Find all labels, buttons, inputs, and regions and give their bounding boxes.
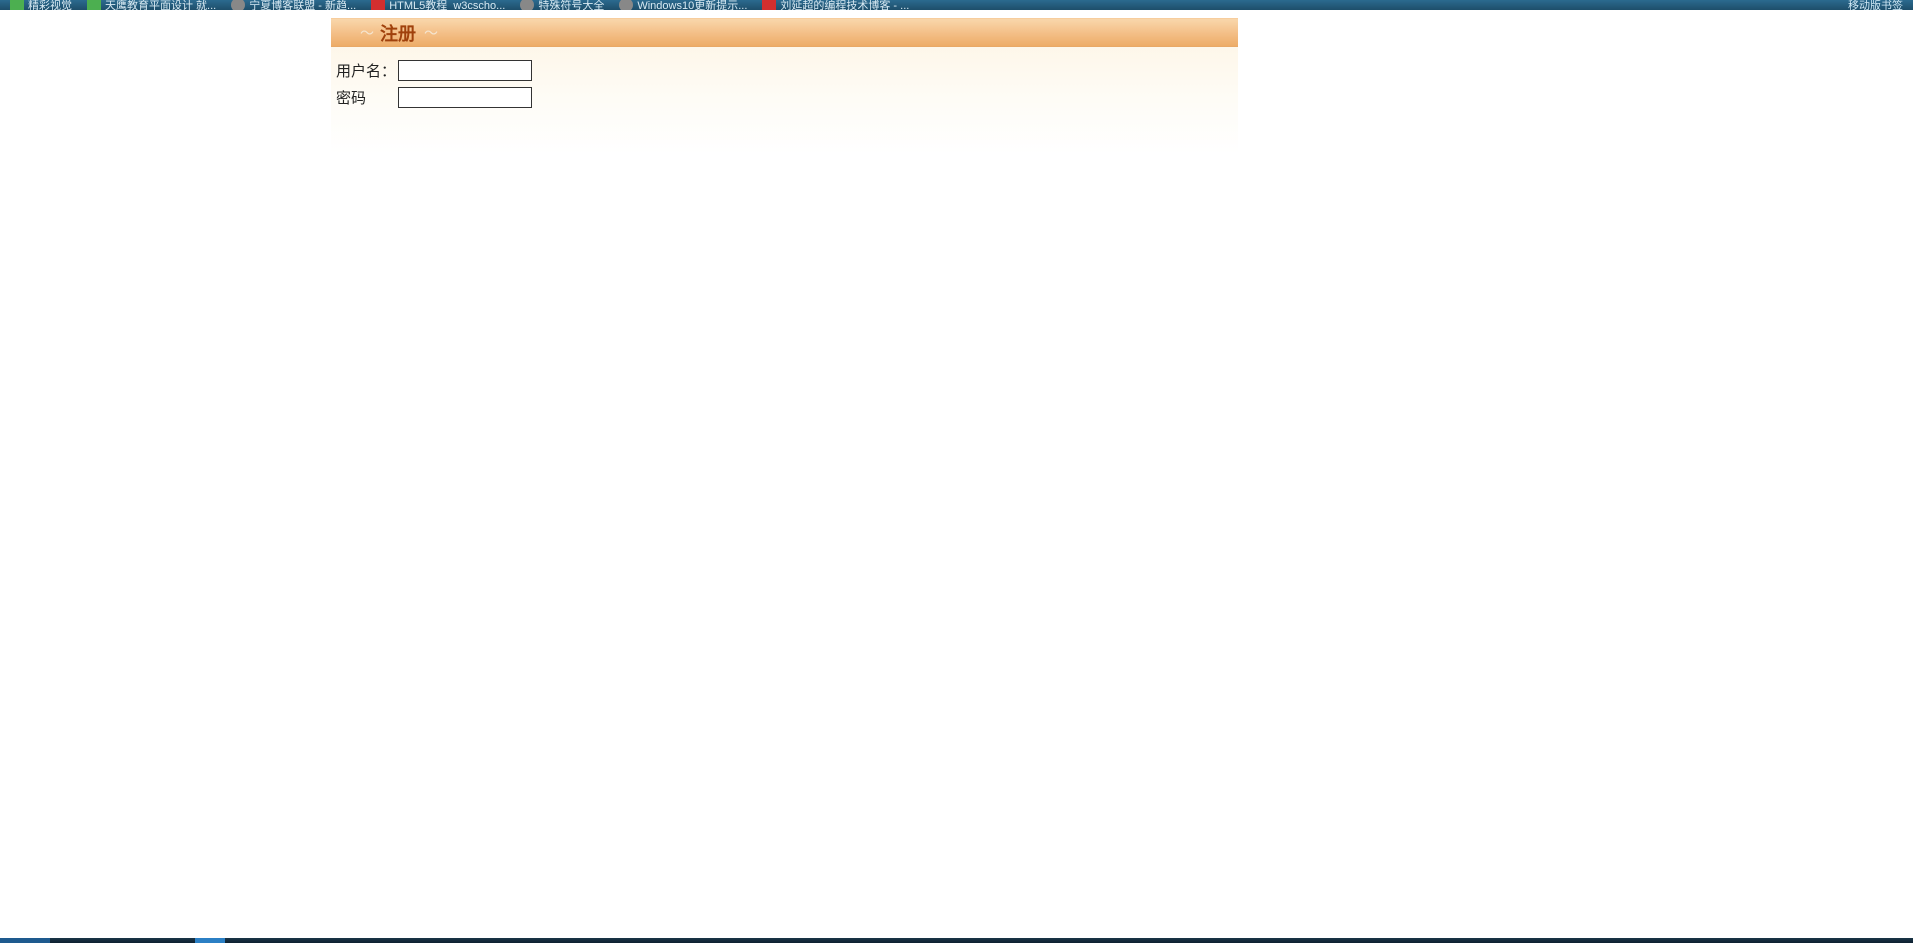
password-label: 密码	[336, 87, 398, 108]
bookmark-label: HTML5教程_w3cscho...	[389, 0, 505, 10]
password-input[interactable]	[398, 87, 532, 108]
register-panel: 〜 注册 〜 用户名： 密码	[331, 18, 1238, 154]
username-input[interactable]	[398, 60, 532, 81]
taskbar	[0, 938, 1913, 943]
bookmark-favicon-icon	[10, 0, 24, 10]
bookmark-label: 天鹰教育平面设计 就...	[105, 0, 216, 10]
panel-title: 注册	[380, 20, 416, 46]
page-content: 〜 注册 〜 用户名： 密码	[0, 10, 1913, 154]
bookmark-favicon-icon	[619, 0, 633, 10]
bookmark-label: 精彩视觉	[28, 0, 72, 10]
start-button[interactable]	[0, 938, 50, 943]
form-row-username: 用户名：	[336, 60, 1233, 81]
bookmark-favicon-icon	[231, 0, 245, 10]
bookmark-label: Windows10更新提示...	[637, 0, 747, 10]
bookmark-item[interactable]: 宁夏博客联盟 - 新趋...	[231, 0, 356, 10]
register-form: 用户名： 密码	[331, 47, 1238, 154]
bookmark-favicon-icon	[520, 0, 534, 10]
bookmark-item[interactable]: Windows10更新提示...	[619, 0, 747, 10]
header-deco-right-icon: 〜	[424, 23, 436, 43]
bookmark-item[interactable]: 刘延超的编程技术博客 - ...	[762, 0, 909, 10]
username-label: 用户名：	[336, 60, 398, 81]
bookmark-item[interactable]: 天鹰教育平面设计 就...	[87, 0, 216, 10]
bookmark-item[interactable]: HTML5教程_w3cscho...	[371, 0, 505, 10]
bookmarks-bar: 精彩视觉 天鹰教育平面设计 就... 宁夏博客联盟 - 新趋... HTML5教…	[0, 0, 1913, 10]
form-row-password: 密码	[336, 87, 1233, 108]
bookmark-label: 刘延超的编程技术博客 - ...	[780, 0, 909, 10]
panel-header: 〜 注册 〜	[331, 18, 1238, 47]
bookmark-label: 宁夏博客联盟 - 新趋...	[249, 0, 356, 10]
header-deco-left-icon: 〜	[360, 23, 372, 43]
bookmarks-mobile-link[interactable]: 移动版书签	[1848, 0, 1903, 10]
bookmark-item[interactable]: 特殊符号大全	[520, 0, 604, 10]
bookmark-favicon-icon	[371, 0, 385, 10]
taskbar-active-app[interactable]	[195, 938, 225, 943]
bookmark-label: 特殊符号大全	[538, 0, 604, 10]
bookmark-favicon-icon	[762, 0, 776, 10]
bookmark-favicon-icon	[87, 0, 101, 10]
bookmark-item[interactable]: 精彩视觉	[10, 0, 72, 10]
